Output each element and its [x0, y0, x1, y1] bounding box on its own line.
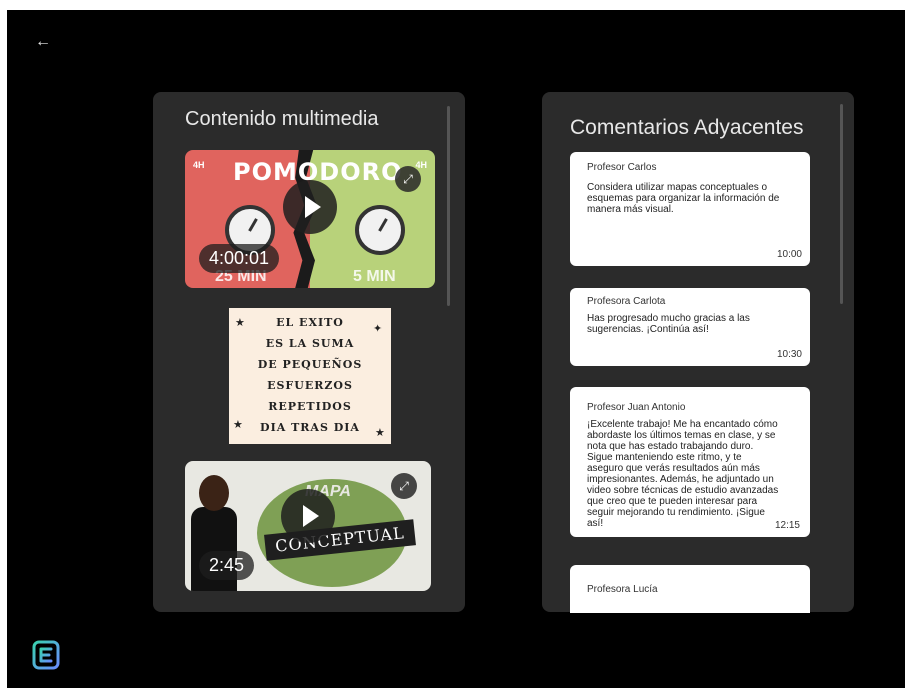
video-duration: 2:45 [199, 551, 255, 580]
comment-author: Profesora Lucía [587, 584, 658, 595]
play-icon[interactable] [281, 489, 335, 543]
quote-line: DIA TRAS DIA [260, 421, 360, 434]
comments-panel: Comentarios Adyacentes Profesor Carlos C… [542, 92, 854, 613]
window-top-strip [0, 0, 905, 10]
comment-text: Considera utilizar mapas conceptuales o … [587, 182, 780, 215]
comment-text: Has progresado mucho gracias a las suger… [587, 313, 750, 335]
comment-time: 12:15 [774, 520, 800, 531]
comment-card: Profesora Lucía [570, 565, 810, 613]
comments-scrollbar[interactable] [840, 104, 843, 304]
comment-text: ¡Excelente trabajo! Me ha encantado cómo… [587, 419, 779, 529]
quote-line: ES LA SUMA [265, 337, 355, 350]
play-icon[interactable] [283, 180, 337, 234]
quote-line: REPETIDOS [268, 400, 352, 413]
expand-icon[interactable]: ⤢ [395, 166, 421, 192]
multimedia-panel-title: Contenido multimedia [185, 108, 379, 130]
teacher-head [199, 475, 229, 511]
pomodoro-tag-right: 4H [415, 160, 427, 170]
expand-icon[interactable]: ⤢ [391, 473, 417, 499]
comment-author: Profesor Carlos [587, 162, 657, 173]
mapa-conceptual-video[interactable]: MAPA CONCEPTUAL ⤢ 2:45 [185, 461, 431, 591]
multimedia-scrollbar[interactable] [447, 106, 450, 306]
comment-card: Profesora Carlota Has progresado mucho g… [570, 288, 810, 366]
stopwatch-icon [355, 205, 405, 255]
back-arrow-icon[interactable]: ← [33, 32, 53, 52]
quote-line: EL EXITO [276, 316, 344, 329]
comment-card: Profesor Carlos Considera utilizar mapas… [570, 152, 810, 266]
pomodoro-tag-left: 4H [193, 160, 205, 170]
comment-time: 10:00 [776, 249, 802, 260]
pomodoro-break-minutes: 5 MIN [353, 268, 396, 285]
motivational-quote-image: ★ ✦ ★ ★ EL EXITO ES LA SUMA DE PEQUEÑOS … [229, 308, 391, 444]
comment-time: 10:30 [776, 349, 802, 360]
comments-panel-title: Comentarios Adyacentes [570, 116, 804, 139]
comment-card: Profesor Juan Antonio ¡Excelente trabajo… [570, 387, 810, 537]
quote-line: DE PEQUEÑOS [257, 358, 363, 371]
app-logo-icon[interactable] [32, 640, 60, 670]
pomodoro-video[interactable]: 4H 4H POMODORO 25 MIN 5 MIN ⤢ 4:00:01 [185, 150, 435, 288]
video-duration: 4:00:01 [199, 244, 280, 273]
comment-author: Profesor Juan Antonio [587, 402, 686, 413]
comment-author: Profesora Carlota [587, 296, 666, 307]
quote-line: ESFUERZOS [267, 379, 353, 392]
multimedia-panel: Contenido multimedia 4H 4H POMODORO 25 M… [153, 92, 465, 612]
